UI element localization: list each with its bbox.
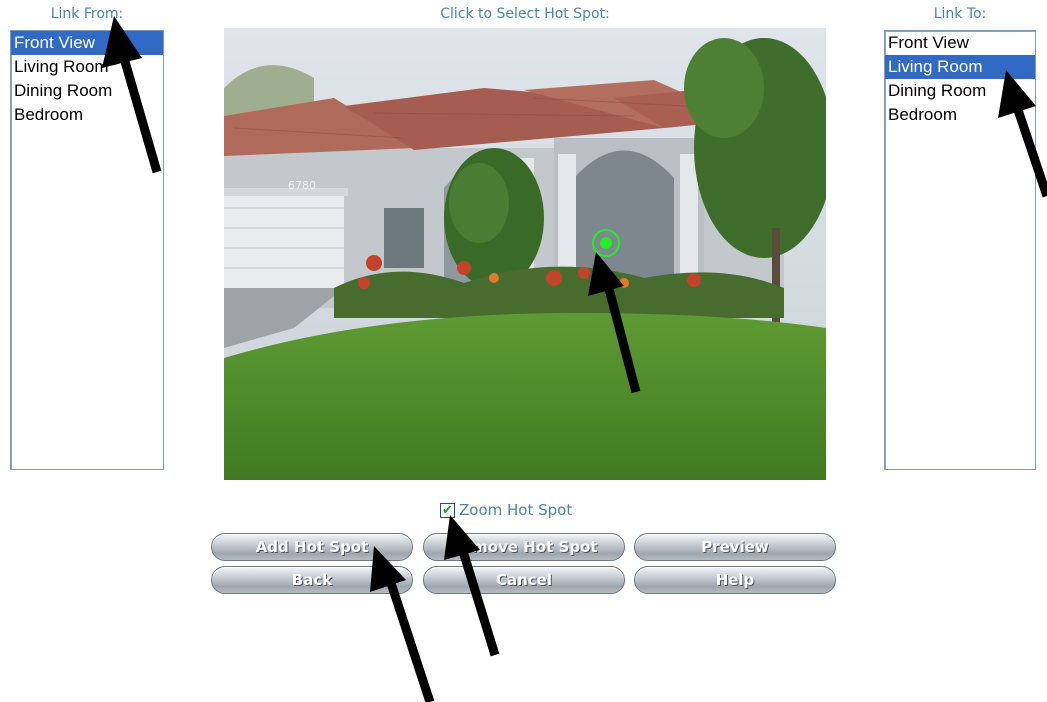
link-to-option-bedroom[interactable]: Bedroom	[885, 103, 1035, 127]
link-from-option-dining-room[interactable]: Dining Room	[11, 79, 163, 103]
link-to-option-front-view[interactable]: Front View	[885, 31, 1035, 55]
house-number: 6780	[288, 179, 316, 192]
select-hot-spot-heading: Click to Select Hot Spot:	[440, 6, 610, 22]
preview-button[interactable]: Preview	[634, 533, 836, 561]
link-from-heading: Link From:	[50, 6, 124, 22]
link-to-option-dining-room[interactable]: Dining Room	[885, 79, 1035, 103]
link-to-heading: Link To:	[933, 6, 987, 22]
link-to-listbox[interactable]: Front View Living Room Dining Room Bedro…	[884, 30, 1036, 470]
zoom-hot-spot-label[interactable]: Zoom Hot Spot	[459, 501, 572, 519]
house-photo: 6780	[224, 28, 826, 480]
help-button[interactable]: Help	[634, 566, 836, 594]
zoom-hot-spot-row[interactable]: ✔ Zoom Hot Spot	[440, 500, 572, 520]
link-from-option-front-view[interactable]: Front View	[11, 31, 163, 55]
link-from-option-living-room[interactable]: Living Room	[11, 55, 163, 79]
cancel-button[interactable]: Cancel	[423, 566, 625, 594]
back-button[interactable]: Back	[211, 566, 413, 594]
add-hot-spot-button[interactable]: Add Hot Spot	[211, 533, 413, 561]
link-from-listbox[interactable]: Front View Living Room Dining Room Bedro…	[10, 30, 164, 470]
link-to-option-living-room[interactable]: Living Room	[885, 55, 1035, 79]
hot-spot-image[interactable]: 6780	[224, 28, 826, 480]
zoom-hot-spot-checkbox[interactable]: ✔	[440, 502, 455, 518]
link-from-option-bedroom[interactable]: Bedroom	[11, 103, 163, 127]
remove-hot-spot-button[interactable]: Remove Hot Spot	[423, 533, 625, 561]
